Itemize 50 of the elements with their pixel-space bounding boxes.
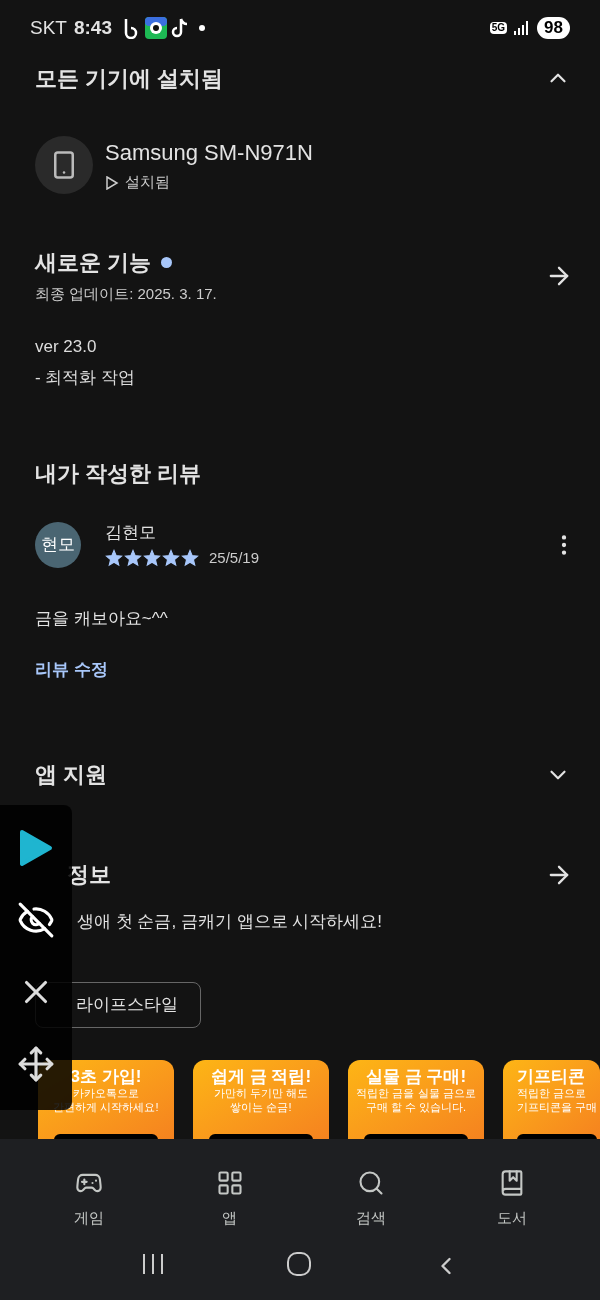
move-icon[interactable] (17, 1045, 55, 1083)
screenshot-caption: 가만히 두기만 해도 (213, 1087, 309, 1101)
release-note: ver 23.0 (35, 335, 98, 358)
screenshot-caption: 기프티콘을 구매 (517, 1101, 598, 1115)
install-status: 설치됨 (125, 172, 170, 193)
screenshot-caption: 적립한 금으로 (517, 1087, 587, 1101)
play-icon[interactable] (19, 829, 53, 867)
battery-level: 98 (537, 17, 570, 39)
star-icon (162, 549, 180, 568)
section-title: 정보 (67, 861, 111, 889)
screenshot-caption: 쌓이는 순금! (230, 1101, 292, 1115)
user-avatar: 현모 (35, 521, 81, 568)
screenshot-title: 실물 금 구매! (365, 1066, 467, 1088)
home-icon[interactable] (286, 1252, 312, 1276)
play-outline-icon (105, 175, 119, 190)
screenshot-title: 기프티콘 (517, 1066, 585, 1088)
star-icon (181, 549, 199, 568)
star-icon (124, 549, 142, 568)
last-updated: 최종 업데이트: 2025. 3. 17. (35, 284, 217, 304)
screenshot-title: 쉽게 금 적립! (210, 1066, 312, 1088)
section-title: 내가 작성한 리뷰 (35, 459, 203, 488)
grid-icon (215, 1169, 244, 1197)
clock: 8:43 (73, 15, 112, 40)
eye-off-icon[interactable] (17, 901, 55, 939)
section-title: 모든 기기에 설치됨 (35, 64, 224, 93)
signal-icon (513, 20, 530, 36)
device-name: Samsung SM-N971N (105, 139, 313, 168)
network-type: 5G (489, 21, 508, 35)
carrier: SKT (30, 15, 67, 40)
nav-tab[interactable]: 도서 (461, 1169, 562, 1230)
app-icon (145, 17, 167, 39)
edit-review-link[interactable]: 리뷰 수정 (35, 657, 108, 683)
screenshot-caption: 적립한 금을 실물 금으로 (356, 1087, 476, 1101)
section-title: 앱 지원 (35, 761, 108, 789)
recent-apps-icon[interactable] (140, 1252, 166, 1276)
music-note-icon (171, 17, 189, 39)
star-icon (105, 549, 123, 568)
section-title: 새로운 기능 (35, 249, 152, 277)
reviewer-name: 김현모 (105, 521, 157, 544)
screenshot-caption: 카카오톡으로 (73, 1087, 139, 1101)
app-description: 생애 첫 순금, 금캐기 앱으로 시작하세요! (77, 910, 384, 933)
review-date: 25/5/19 (209, 548, 260, 568)
nav-tab[interactable]: 앱 (179, 1169, 280, 1230)
screenshot-caption: 구매 할 수 있습니다. (365, 1101, 467, 1115)
release-note: - 최적화 작업 (35, 367, 137, 389)
nav-tab[interactable]: 검색 (320, 1169, 421, 1230)
review-text: 금을 캐보아요~^^ (35, 607, 169, 630)
search-icon (356, 1169, 385, 1197)
star-icon (143, 549, 161, 568)
nav-tab[interactable]: 게임 (38, 1169, 139, 1230)
